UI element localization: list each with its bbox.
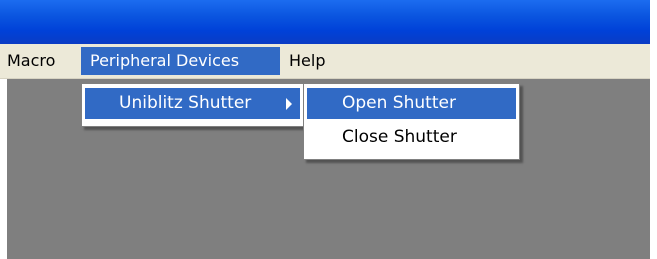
menu-item-label: Uniblitz Shutter <box>119 93 252 113</box>
menu-bar: Macro Peripheral Devices Help <box>0 44 650 79</box>
menu-item-uniblitz-shutter[interactable]: Uniblitz Shutter <box>85 88 300 119</box>
menu-item-open-shutter[interactable]: Open Shutter <box>307 88 516 119</box>
submenu-arrow-icon <box>286 98 292 110</box>
menu-macro[interactable]: Macro <box>7 47 73 75</box>
menu-peripheral-devices[interactable]: Peripheral Devices <box>81 47 280 75</box>
left-gutter <box>0 79 7 259</box>
right-gutter <box>650 0 657 259</box>
title-bar[interactable] <box>0 0 650 44</box>
uniblitz-shutter-submenu: Open Shutter Close Shutter <box>303 83 520 160</box>
application-window: Macro Peripheral Devices Help Uniblitz S… <box>0 0 657 259</box>
peripheral-devices-dropdown: Uniblitz Shutter <box>81 83 304 127</box>
menu-item-close-shutter[interactable]: Close Shutter <box>307 122 516 153</box>
menu-help[interactable]: Help <box>289 47 339 75</box>
